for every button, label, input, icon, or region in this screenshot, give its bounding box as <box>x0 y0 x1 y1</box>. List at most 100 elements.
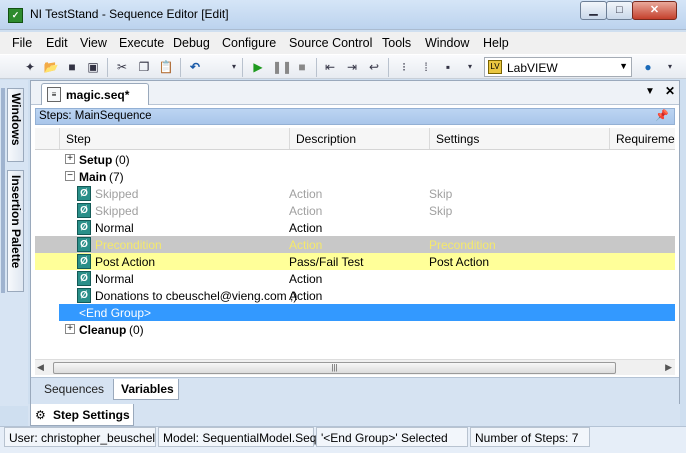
menu-view[interactable]: View <box>80 36 107 50</box>
step-row[interactable]: Ø Normal Action <box>35 270 675 287</box>
menu-configure[interactable]: Configure <box>222 36 276 50</box>
status-selection: '<End Group>' Selected <box>316 427 468 447</box>
menu-debug[interactable]: Debug <box>173 36 210 50</box>
action-step-icon: Ø <box>77 186 91 201</box>
globe-icon[interactable]: ● <box>640 59 656 75</box>
dock-stripe <box>1 88 5 293</box>
toolbar-overflow-icon[interactable]: ▾ <box>462 59 478 75</box>
new-icon[interactable]: ✦ <box>22 59 38 75</box>
toolbar-separator <box>107 58 108 77</box>
step-name: Post Action <box>95 255 156 269</box>
chevron-down-icon[interactable]: ▼ <box>645 86 655 97</box>
column-requirement[interactable]: Requirement <box>609 128 675 149</box>
close-button[interactable]: ✕ <box>632 1 677 20</box>
cut-icon[interactable]: ✂ <box>114 59 130 75</box>
group-count: (7) <box>109 170 124 184</box>
menu-tools[interactable]: Tools <box>382 36 411 50</box>
pause-icon[interactable]: ❚❚ <box>272 59 292 75</box>
document-tab-label: magic.seq* <box>66 88 130 102</box>
pin-icon[interactable]: 📌 <box>655 109 669 122</box>
tab-sequences[interactable]: Sequences <box>37 379 113 400</box>
minimize-button[interactable]: ▁ <box>580 1 607 20</box>
step-row-precondition[interactable]: Ø Precondition Action Precondition <box>35 236 675 253</box>
tab-variables[interactable]: Variables <box>113 379 179 400</box>
menu-file[interactable]: File <box>12 36 32 50</box>
end-group-row-selected[interactable]: <End Group> <box>59 304 675 321</box>
toolbar-separator <box>180 58 181 77</box>
stop-icon[interactable]: ■ <box>294 59 310 75</box>
tab-step-settings[interactable]: ⚙ Step Settings <box>30 404 134 426</box>
step-row-post-action[interactable]: Ø Post Action Pass/Fail Test Post Action <box>35 253 675 270</box>
adapter-label: LabVIEW <box>507 61 558 75</box>
toolbar-separator <box>316 58 317 77</box>
menu-window[interactable]: Window <box>425 36 469 50</box>
action-step-icon: Ø <box>77 288 91 303</box>
terminate-icon[interactable]: ▪ <box>440 59 456 75</box>
adapter-select[interactable]: LV LabVIEW ▼ <box>484 57 632 77</box>
tab-magic-seq[interactable]: ≡ magic.seq* <box>41 83 149 105</box>
paste-icon[interactable]: 📋 <box>158 59 174 75</box>
pass-fail-step-icon: Ø <box>77 254 91 269</box>
step-into-icon[interactable]: ⇤ <box>322 59 338 75</box>
step-out-icon[interactable]: ↩ <box>366 59 382 75</box>
step-description: Pass/Fail Test <box>289 255 364 269</box>
undo-icon[interactable]: ↶ <box>187 59 203 75</box>
step-row[interactable]: Ø Skipped Action Skip <box>35 185 675 202</box>
toggle-breakpoint-icon[interactable]: ⁞ <box>418 59 434 75</box>
tab-windows-label: Windows <box>9 93 23 146</box>
breakpoint-icon[interactable]: ⁝ <box>396 59 412 75</box>
step-description: Action <box>289 238 323 252</box>
menu-source-control[interactable]: Source Control <box>289 36 372 50</box>
step-settings-panel: ⚙ Step Settings <box>28 404 680 426</box>
step-row[interactable]: Ø Skipped Action Skip <box>35 202 675 219</box>
horizontal-scrollbar[interactable]: ◀ ||| ▶ <box>35 359 675 375</box>
save-all-icon[interactable]: ▣ <box>85 59 101 75</box>
column-settings[interactable]: Settings <box>429 128 609 149</box>
group-count: (0) <box>115 153 130 167</box>
copy-icon[interactable]: ❐ <box>136 59 152 75</box>
maximize-button[interactable]: □ <box>606 1 633 20</box>
step-over-icon[interactable]: ⇥ <box>344 59 360 75</box>
steps-pane-header: Steps: MainSequence 📌 <box>35 108 675 125</box>
teststand-app-icon[interactable]: ✓ <box>8 8 23 23</box>
expand-icon[interactable]: + <box>65 154 75 164</box>
window-title: NI TestStand - Sequence Editor [Edit] <box>30 7 229 21</box>
title-bar: ✓ NI TestStand - Sequence Editor [Edit] … <box>0 0 686 30</box>
step-settings: Precondition <box>429 238 496 252</box>
scrollbar-thumb[interactable]: ||| <box>53 362 616 374</box>
open-icon[interactable]: 📂 <box>43 59 59 75</box>
group-row-cleanup[interactable]: + Cleanup (0) <box>35 321 675 338</box>
menu-bar: File Edit View Execute Debug Configure S… <box>0 32 686 54</box>
toolbar-separator <box>388 58 389 77</box>
step-name: Skipped <box>95 187 139 201</box>
toolbar-overflow-icon[interactable]: ▾ <box>226 59 242 75</box>
step-row[interactable]: Ø Normal Action <box>35 219 675 236</box>
step-row[interactable]: Ø Donations to cbeuschel@vieng.com ;) Ac… <box>35 287 675 304</box>
column-step[interactable]: Step <box>59 128 289 149</box>
group-row-setup[interactable]: + Setup (0) <box>35 151 675 168</box>
run-icon[interactable]: ▶ <box>250 59 266 75</box>
menu-execute[interactable]: Execute <box>119 36 164 50</box>
menu-edit[interactable]: Edit <box>46 36 68 50</box>
step-settings: Skip <box>429 204 453 218</box>
tab-windows[interactable]: Windows <box>7 88 24 162</box>
toolbar-overflow-icon[interactable]: ▾ <box>662 59 678 75</box>
column-description[interactable]: Description <box>289 128 429 149</box>
left-dock: Windows Insertion Palette <box>0 80 28 406</box>
expand-icon[interactable]: + <box>65 324 75 334</box>
close-document-icon[interactable]: ✕ <box>665 84 675 98</box>
chevron-down-icon: ▼ <box>619 61 628 71</box>
scroll-right-icon[interactable]: ▶ <box>665 362 672 373</box>
tab-insertion-palette[interactable]: Insertion Palette <box>7 170 24 292</box>
collapse-icon[interactable]: − <box>65 171 75 181</box>
document-tabstrip: ≡ magic.seq* ▼ ✕ <box>31 81 679 105</box>
step-name: Precondition <box>95 238 162 252</box>
tab-insertion-palette-label: Insertion Palette <box>9 175 23 269</box>
scroll-left-icon[interactable]: ◀ <box>37 362 44 373</box>
group-row-main[interactable]: − Main (7) <box>35 168 675 185</box>
save-icon[interactable]: ■ <box>64 59 80 75</box>
step-name: Skipped <box>95 204 139 218</box>
menu-help[interactable]: Help <box>483 36 509 50</box>
step-settings-label: Step Settings <box>53 408 130 422</box>
toolbar-separator <box>242 58 243 77</box>
